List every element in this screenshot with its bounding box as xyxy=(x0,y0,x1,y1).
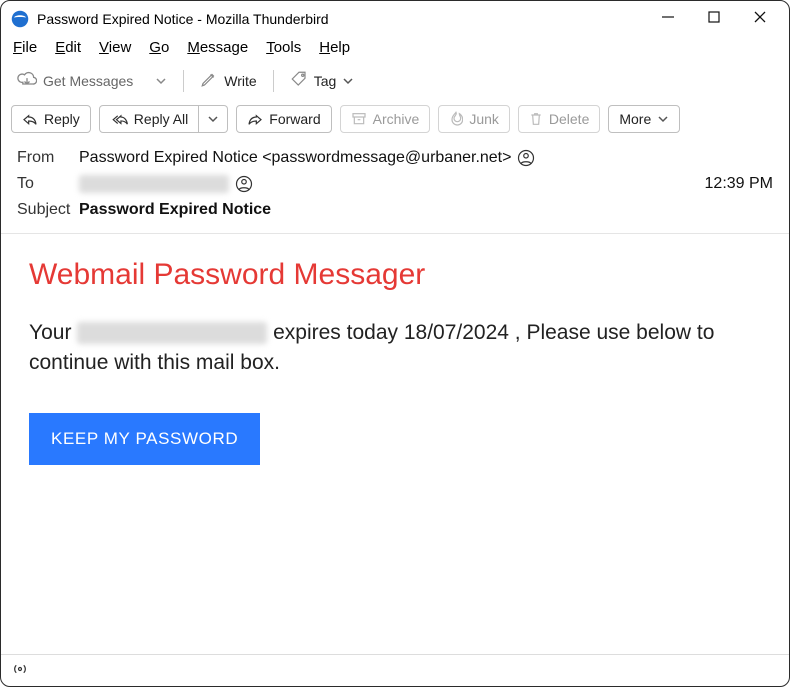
menu-help[interactable]: Help xyxy=(319,39,350,56)
contact-icon[interactable] xyxy=(517,149,535,167)
menu-edit[interactable]: Edit xyxy=(55,39,81,56)
junk-label: Junk xyxy=(469,111,499,127)
app-icon xyxy=(11,10,29,28)
contact-icon[interactable] xyxy=(235,175,253,193)
archive-icon xyxy=(351,111,367,127)
minimize-button[interactable] xyxy=(645,2,691,32)
flame-icon xyxy=(449,111,463,127)
reply-all-group: Reply All xyxy=(99,105,228,133)
body-paragraph: Your expires today 18/07/2024 , Please u… xyxy=(29,318,761,379)
window-titlebar: Password Expired Notice - Mozilla Thunde… xyxy=(1,1,789,37)
menubar: File Edit View Go Message Tools Help xyxy=(1,37,789,62)
more-label: More xyxy=(619,111,651,127)
window-title: Password Expired Notice - Mozilla Thunde… xyxy=(37,11,329,27)
toolbar-separator xyxy=(183,70,184,92)
reply-button[interactable]: Reply xyxy=(11,105,91,133)
from-value[interactable]: Password Expired Notice <passwordmessage… xyxy=(79,149,511,167)
pencil-icon xyxy=(200,70,218,91)
message-body: Webmail Password Messager Your expires t… xyxy=(1,234,789,485)
reply-icon xyxy=(22,112,38,126)
reply-all-icon xyxy=(110,112,128,126)
reply-all-label: Reply All xyxy=(134,111,188,127)
header-to-row: To 12:39 PM xyxy=(17,171,773,197)
message-toolbar: Reply Reply All Forward Archive Junk xyxy=(1,99,789,139)
menu-view[interactable]: View xyxy=(99,39,131,56)
toolbar-separator xyxy=(273,70,274,92)
chevron-down-icon xyxy=(657,113,669,125)
header-from-row: From Password Expired Notice <passwordme… xyxy=(17,145,773,171)
chevron-down-icon xyxy=(207,113,219,125)
reply-label: Reply xyxy=(44,111,80,127)
message-time: 12:39 PM xyxy=(705,175,773,193)
statusbar xyxy=(1,654,789,686)
subject-label: Subject xyxy=(17,201,79,219)
reply-all-dropdown[interactable] xyxy=(199,105,228,133)
tag-icon xyxy=(290,70,308,91)
more-button[interactable]: More xyxy=(608,105,680,133)
menu-file[interactable]: File xyxy=(13,39,37,56)
delete-button[interactable]: Delete xyxy=(518,105,600,133)
subject-value: Password Expired Notice xyxy=(79,201,271,219)
from-label: From xyxy=(17,149,79,167)
body-redacted xyxy=(77,322,267,344)
message-headers: From Password Expired Notice <passwordme… xyxy=(1,139,789,234)
get-messages-label: Get Messages xyxy=(43,73,133,89)
get-messages-button[interactable]: Get Messages xyxy=(11,66,139,95)
chevron-down-icon xyxy=(342,75,354,87)
to-value-redacted xyxy=(79,175,229,193)
tag-label: Tag xyxy=(314,73,337,89)
forward-label: Forward xyxy=(269,111,320,127)
menu-message[interactable]: Message xyxy=(187,39,248,56)
trash-icon xyxy=(529,111,543,127)
menu-tools[interactable]: Tools xyxy=(266,39,301,56)
junk-button[interactable]: Junk xyxy=(438,105,510,133)
keep-password-button[interactable]: KEEP MY PASSWORD xyxy=(29,413,260,465)
primary-toolbar: Get Messages Write Tag xyxy=(1,62,789,99)
to-label: To xyxy=(17,175,79,193)
menu-go[interactable]: Go xyxy=(149,39,169,56)
write-label: Write xyxy=(224,73,256,89)
cloud-download-icon xyxy=(17,70,37,91)
forward-button[interactable]: Forward xyxy=(236,105,331,133)
close-button[interactable] xyxy=(737,2,783,32)
body-text-before: Your xyxy=(29,321,77,344)
header-subject-row: Subject Password Expired Notice xyxy=(17,197,773,223)
delete-label: Delete xyxy=(549,111,589,127)
reply-all-button[interactable]: Reply All xyxy=(99,105,199,133)
broadcast-icon[interactable] xyxy=(11,660,29,681)
write-button[interactable]: Write xyxy=(194,66,262,95)
maximize-button[interactable] xyxy=(691,2,737,32)
archive-label: Archive xyxy=(373,111,420,127)
tag-button[interactable]: Tag xyxy=(284,66,361,95)
archive-button[interactable]: Archive xyxy=(340,105,431,133)
forward-icon xyxy=(247,112,263,126)
body-title: Webmail Password Messager xyxy=(29,258,761,292)
get-messages-dropdown[interactable] xyxy=(149,75,173,87)
